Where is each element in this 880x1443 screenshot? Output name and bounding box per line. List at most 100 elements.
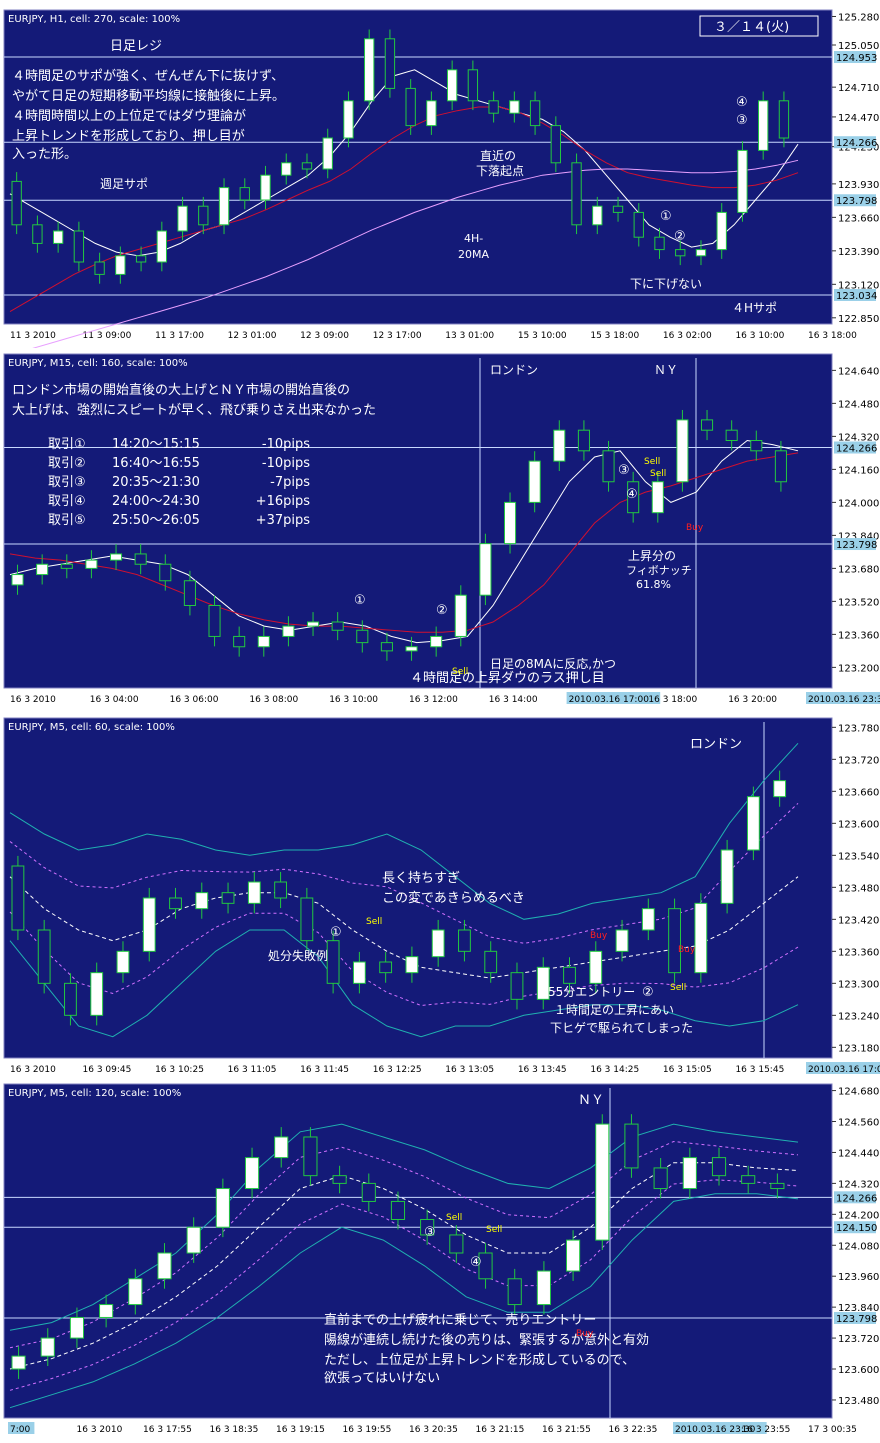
candle-body xyxy=(32,224,43,244)
candle-body xyxy=(651,481,664,514)
annotation-text: 上昇分の xyxy=(628,549,676,563)
candle-body xyxy=(343,100,354,139)
x-tick-label: 16 3 12:00 xyxy=(409,695,458,705)
trade-marker-label: Buy xyxy=(590,931,608,941)
annotation-text: 陽線が連続し続けた後の売りは、緊張するが意外と有効 xyxy=(324,1332,649,1348)
candle-body xyxy=(563,966,576,984)
annotation-text: ① xyxy=(660,209,672,224)
candle-body xyxy=(11,865,25,931)
annotation-text: ② xyxy=(436,603,448,618)
annotation-text: 処分失敗例 xyxy=(268,948,328,963)
x-tick-label: 16 3 13:05 xyxy=(445,1065,494,1075)
candle-body xyxy=(384,38,396,89)
trade-time: 20:35～21:30 xyxy=(112,475,200,490)
annotation-text: １時間足の上昇にあい xyxy=(554,1003,674,1017)
y-tick-label: 123.180 xyxy=(838,1043,879,1054)
candle-body xyxy=(746,796,760,851)
candle-body xyxy=(157,1252,172,1280)
chart-h1[interactable]: EURJPY, H1, cell: 270, scale: 100% 125.28… xyxy=(0,0,880,348)
trade-time: 25:50～26:05 xyxy=(112,513,200,528)
candle-body xyxy=(507,1278,522,1306)
x-tick-label: 11 3 09:00 xyxy=(83,331,132,341)
candle-body xyxy=(198,205,209,226)
candle-body xyxy=(169,897,182,910)
annotation-text: 4H- xyxy=(464,232,483,245)
y-tick-label: 125.280 xyxy=(838,12,879,23)
trade-label: 取引① xyxy=(48,437,86,452)
x-tick-label: 16 3 2010 xyxy=(10,1065,56,1075)
candle-body xyxy=(405,646,418,652)
annotation-text: やがて日足の短期移動平均線に接触後に上昇。 xyxy=(12,88,285,104)
y-tick-label: 124.640 xyxy=(838,366,879,377)
y-tick-label: 123.390 xyxy=(838,247,879,258)
x-tick-label: 16 3 14:25 xyxy=(590,1065,639,1075)
x-tick-label: 16 3 15:05 xyxy=(663,1065,712,1075)
candle-body xyxy=(676,419,689,483)
annotation-text: 長く持ちすぎ xyxy=(382,871,460,886)
candle-body xyxy=(536,1270,551,1306)
x-tick-label: 2010.03.16 17:00 xyxy=(808,1065,880,1075)
trade-marker-label: Sell xyxy=(486,1225,502,1235)
candle-body xyxy=(716,211,727,251)
x-tick-label: 16 3 11:45 xyxy=(300,1065,349,1075)
candle-body xyxy=(602,450,615,483)
candle-body xyxy=(260,174,271,201)
chart-m15[interactable]: EURJPY, M15, cell: 160, scale: 100% 124.6… xyxy=(0,352,880,716)
annotation-text: ② xyxy=(674,229,686,244)
candle-body xyxy=(36,563,49,576)
x-tick-label: 17 3 00:35 xyxy=(808,1425,857,1435)
annotation-text: ただし、上位足が上昇トレンドを形成しているので、 xyxy=(324,1353,635,1368)
candle-body xyxy=(247,881,261,904)
candle-body xyxy=(641,908,655,931)
chart-m5-london[interactable]: EURJPY, M5, cell: 60, scale: 100% 123.780… xyxy=(0,716,880,1080)
trade-pips: -10pips xyxy=(262,456,310,471)
y-tick-label: 123.780 xyxy=(838,723,879,734)
candle-body xyxy=(356,629,369,644)
y-tick-label: 124.320 xyxy=(838,1179,879,1190)
candle-body xyxy=(64,982,77,1016)
candle-body xyxy=(11,1355,26,1370)
candle-body xyxy=(301,162,313,170)
price-label: 124.266 xyxy=(836,138,877,149)
candle-body xyxy=(633,211,644,238)
trade-label: 取引② xyxy=(48,456,86,471)
y-tick-label: 123.720 xyxy=(838,1334,879,1345)
x-tick-label: 15 3 10:00 xyxy=(518,331,567,341)
annotation-text: 入った形。 xyxy=(12,147,77,162)
annotation-text: ③ xyxy=(618,463,630,478)
y-tick-label: 123.600 xyxy=(838,819,879,830)
trade-marker-label: Sell xyxy=(366,917,382,927)
x-tick-label: 12 3 09:00 xyxy=(300,331,349,341)
y-tick-label: 123.960 xyxy=(838,1272,879,1283)
candle-body xyxy=(52,230,64,244)
candle-body xyxy=(484,950,498,974)
trade-marker-label: Sell xyxy=(650,469,666,479)
candle-body xyxy=(479,543,492,596)
candle-body xyxy=(99,1304,114,1318)
y-tick-label: 123.660 xyxy=(838,787,879,798)
candle-body xyxy=(11,574,24,586)
chart-header: EURJPY, M15, cell: 160, scale: 100% xyxy=(8,358,188,369)
y-tick-label: 123.720 xyxy=(838,755,879,766)
candle-body xyxy=(257,635,270,648)
candle-body xyxy=(282,625,295,637)
candle-body xyxy=(758,100,769,151)
chart-m5-ny[interactable]: EURJPY, M5, cell: 120, scale: 100% 124.68… xyxy=(0,1080,880,1443)
y-tick-label: 124.710 xyxy=(838,83,879,94)
x-tick-label: 16 3 19:55 xyxy=(343,1425,392,1435)
annotation-text: 61.8% xyxy=(636,578,671,591)
y-tick-label: 122.850 xyxy=(838,314,879,325)
candle-body xyxy=(615,929,629,952)
candle-body xyxy=(134,553,147,565)
candle-body xyxy=(322,137,333,170)
annotation-text: ４時間時間以上の上位足ではダウ理論が xyxy=(12,108,246,124)
candle-body xyxy=(116,950,130,974)
annotation-text: ロンドン xyxy=(690,737,742,752)
trade-pips: +37pips xyxy=(256,513,311,528)
annotation-text: ４時間足の上昇ダウのラス押し目 xyxy=(410,671,605,686)
y-tick-label: 124.560 xyxy=(838,1118,879,1129)
candle-body xyxy=(142,897,156,952)
candle-body xyxy=(11,180,22,226)
x-tick-label: 16 3 15:45 xyxy=(735,1065,784,1075)
candle-body xyxy=(509,100,520,114)
